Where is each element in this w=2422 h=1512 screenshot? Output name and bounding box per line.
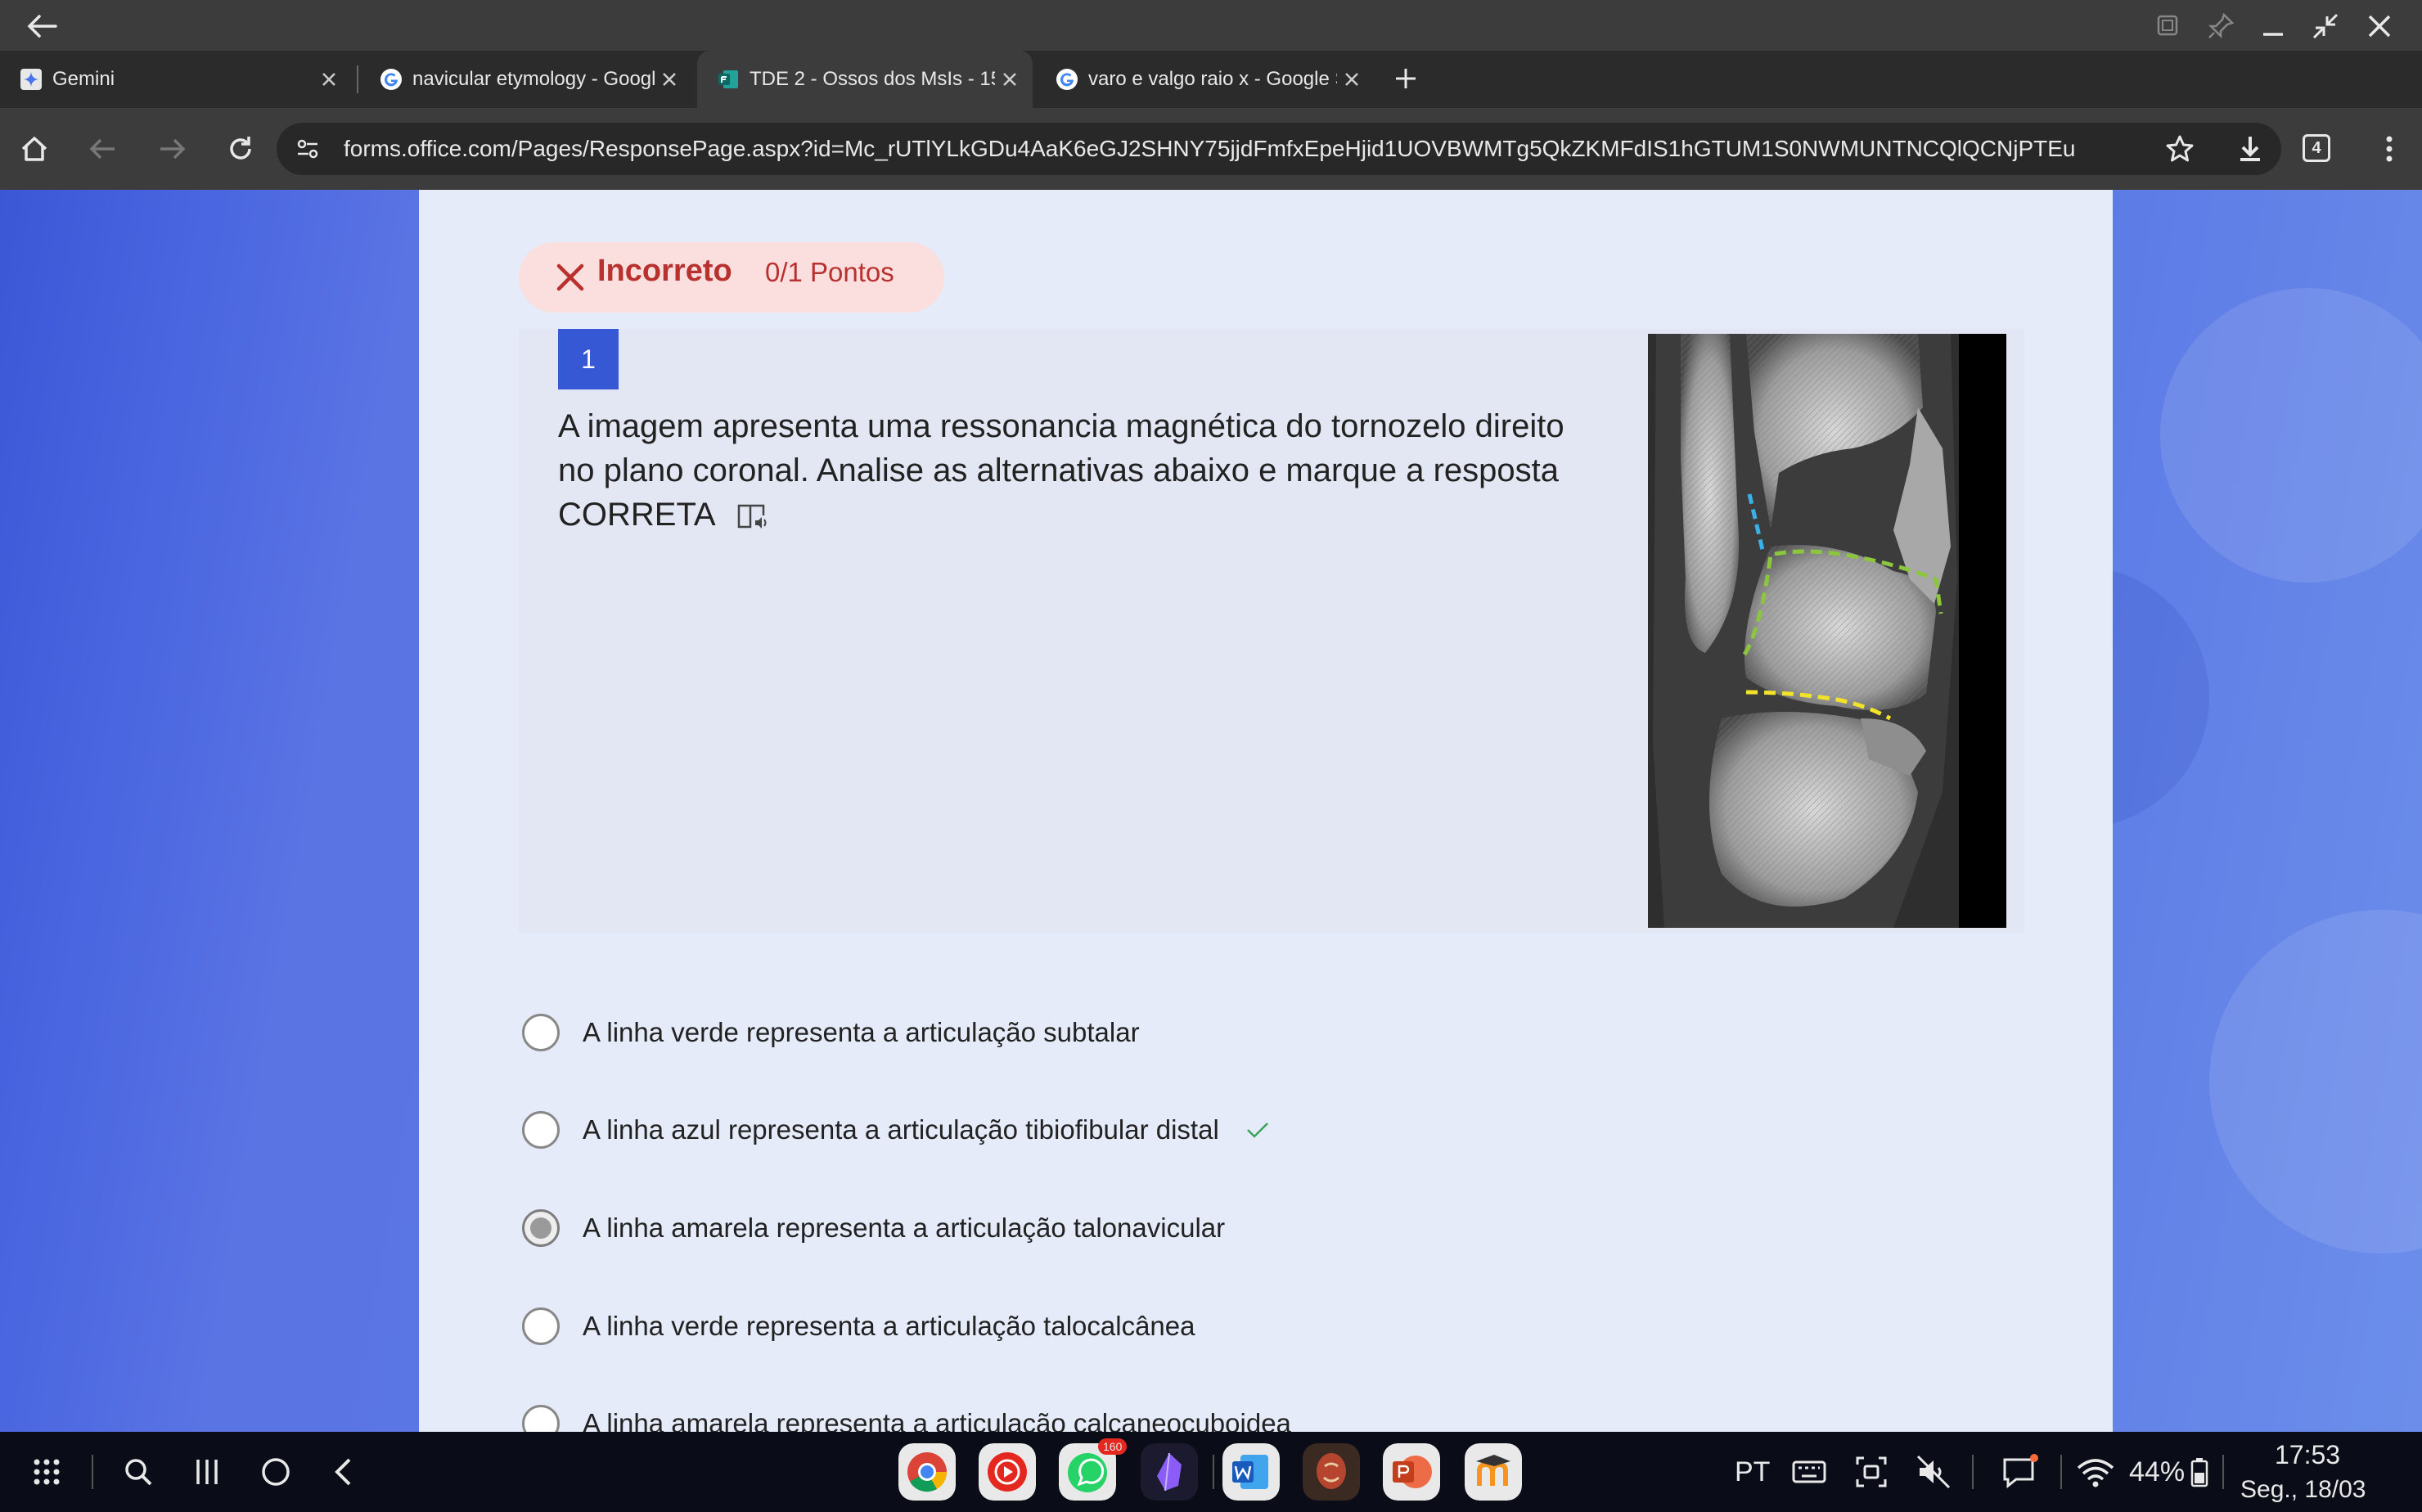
tab-title: varo e valgo raio x - Google S (1088, 68, 1337, 90)
back-button-icon[interactable] (322, 1450, 367, 1494)
wifi-icon[interactable] (2073, 1450, 2118, 1494)
address-bar[interactable]: forms.office.com/Pages/ResponsePage.aspx… (277, 123, 2281, 175)
close-tab-icon[interactable] (995, 65, 1024, 94)
battery-percentage: 44% (2129, 1456, 2186, 1487)
keyboard-icon[interactable] (1787, 1450, 1831, 1494)
tab-title: TDE 2 - Ossos dos MsIs - 15/ (750, 68, 995, 90)
battery-icon (2190, 1458, 2208, 1487)
window-title-bar (0, 0, 2422, 51)
taskbar-separator (92, 1455, 93, 1489)
tab-separator (357, 65, 358, 93)
question-text: A imagem apresenta uma ressonancia magné… (558, 408, 1564, 533)
sound-muted-icon[interactable] (1911, 1450, 1956, 1494)
new-tab-plus-icon[interactable] (1388, 61, 1424, 97)
clock-time[interactable]: 17:53 (2275, 1440, 2340, 1470)
answer-option[interactable]: A linha amarela representa a articulação… (522, 1399, 1291, 1432)
question-number: 1 (558, 329, 619, 389)
moodle-app-icon[interactable] (1465, 1443, 1522, 1501)
result-points-text: 0/1 Pontos (765, 257, 894, 287)
site-settings-icon[interactable] (293, 134, 322, 164)
home-icon[interactable] (15, 129, 54, 169)
obsidian-app-icon[interactable] (1141, 1443, 1198, 1501)
powerpoint-app-icon[interactable] (1383, 1443, 1440, 1501)
youtube-music-app-icon[interactable] (979, 1443, 1036, 1501)
forward-arrow-icon[interactable] (152, 129, 191, 169)
result-status-text: Incorreto (597, 254, 732, 288)
page-background: Incorreto 0/1 Pontos 1 A imagem apresent… (0, 190, 2422, 1432)
close-tab-icon[interactable] (314, 65, 344, 94)
option-label: A linha azul representa a articulação ti… (583, 1114, 1219, 1145)
close-window-icon[interactable] (2361, 8, 2397, 44)
option-radio[interactable] (522, 1307, 560, 1345)
background-decoration (2160, 288, 2422, 583)
language-indicator[interactable]: PT (1735, 1456, 1770, 1488)
chrome-app-icon[interactable] (898, 1443, 956, 1501)
restore-window-icon[interactable] (2307, 8, 2343, 44)
google-favicon-icon (1056, 69, 1078, 90)
question-text-block: A imagem apresenta uma ressonancia magné… (558, 404, 1573, 537)
download-icon[interactable] (2231, 129, 2270, 169)
multi-window-icon[interactable] (2150, 8, 2186, 44)
close-tab-icon[interactable] (655, 65, 684, 94)
window-back-arrow-icon[interactable] (25, 8, 61, 44)
google-favicon-icon (380, 69, 402, 90)
browser-toolbar: forms.office.com/Pages/ResponsePage.aspx… (0, 108, 2422, 190)
app-drawer-icon[interactable] (25, 1450, 69, 1494)
option-radio[interactable] (522, 1405, 560, 1432)
tray-separator (2222, 1455, 2224, 1489)
option-label: A linha amarela representa a articulação… (583, 1408, 1291, 1432)
tab-navicular-etymology[interactable]: navicular etymology - Google (360, 51, 692, 108)
answer-option[interactable]: A linha azul representa a articulação ti… (522, 1105, 1272, 1154)
forms-favicon-icon (718, 70, 738, 88)
tab-tde2-forms[interactable]: TDE 2 - Ossos dos MsIs - 15/ (697, 51, 1033, 108)
bookmark-star-icon[interactable] (2160, 129, 2199, 169)
word-app-icon[interactable] (1222, 1443, 1280, 1501)
answer-option[interactable]: A linha verde representa a articulação t… (522, 1302, 1195, 1351)
answer-option[interactable]: A linha verde representa a articulação s… (522, 1008, 1140, 1057)
tab-title: Gemini (52, 68, 115, 90)
back-arrow-icon[interactable] (83, 129, 123, 169)
screen-capture-icon[interactable] (1849, 1450, 1893, 1494)
url-text: forms.office.com/Pages/ResponsePage.aspx… (344, 136, 2076, 161)
option-radio[interactable] (522, 1014, 560, 1051)
option-label: A linha amarela representa a articulação… (583, 1213, 1226, 1243)
gemini-favicon-icon (20, 69, 42, 90)
ankle-mri-image (1648, 334, 2006, 928)
tray-separator (2060, 1455, 2062, 1489)
tab-gemini[interactable]: Gemini (0, 51, 352, 108)
background-decoration (2209, 910, 2422, 1253)
minimize-window-icon[interactable] (2255, 8, 2291, 44)
dock-separator (1213, 1455, 1214, 1489)
reload-icon[interactable] (221, 129, 260, 169)
anatomy-app-icon[interactable] (1303, 1443, 1360, 1501)
search-icon[interactable] (116, 1450, 160, 1494)
option-radio-selected[interactable] (522, 1209, 560, 1247)
tab-switcher-button[interactable]: 4 (2303, 134, 2330, 162)
immersive-reader-icon[interactable] (736, 501, 770, 532)
system-taskbar: 160 PT 44% 17:53 Seg., 18/03 (0, 1432, 2422, 1512)
correct-answer-check-icon (1246, 1123, 1268, 1138)
answer-option[interactable]: A linha amarela representa a articulação… (522, 1204, 1225, 1253)
option-radio[interactable] (522, 1111, 560, 1149)
pin-window-icon[interactable] (2203, 8, 2239, 44)
close-tab-icon[interactable] (1337, 65, 1366, 94)
option-label: A linha verde representa a articulação t… (583, 1311, 1195, 1341)
form-card: Incorreto 0/1 Pontos 1 A imagem apresent… (419, 190, 2113, 1432)
tab-varo-valgo[interactable]: varo e valgo raio x - Google S (1036, 51, 1375, 108)
recent-apps-icon[interactable] (185, 1450, 229, 1494)
incorrect-x-icon (556, 263, 584, 291)
home-button-icon[interactable] (254, 1450, 298, 1494)
option-label: A linha verde representa a articulação s… (583, 1017, 1140, 1047)
notifications-icon[interactable] (1997, 1450, 2041, 1494)
tray-separator (1972, 1455, 1974, 1489)
more-menu-icon[interactable] (2370, 129, 2409, 169)
tab-title: navicular etymology - Google (412, 68, 655, 90)
clock-date[interactable]: Seg., 18/03 (2240, 1476, 2366, 1504)
whatsapp-notification-badge: 160 (1098, 1438, 1128, 1455)
